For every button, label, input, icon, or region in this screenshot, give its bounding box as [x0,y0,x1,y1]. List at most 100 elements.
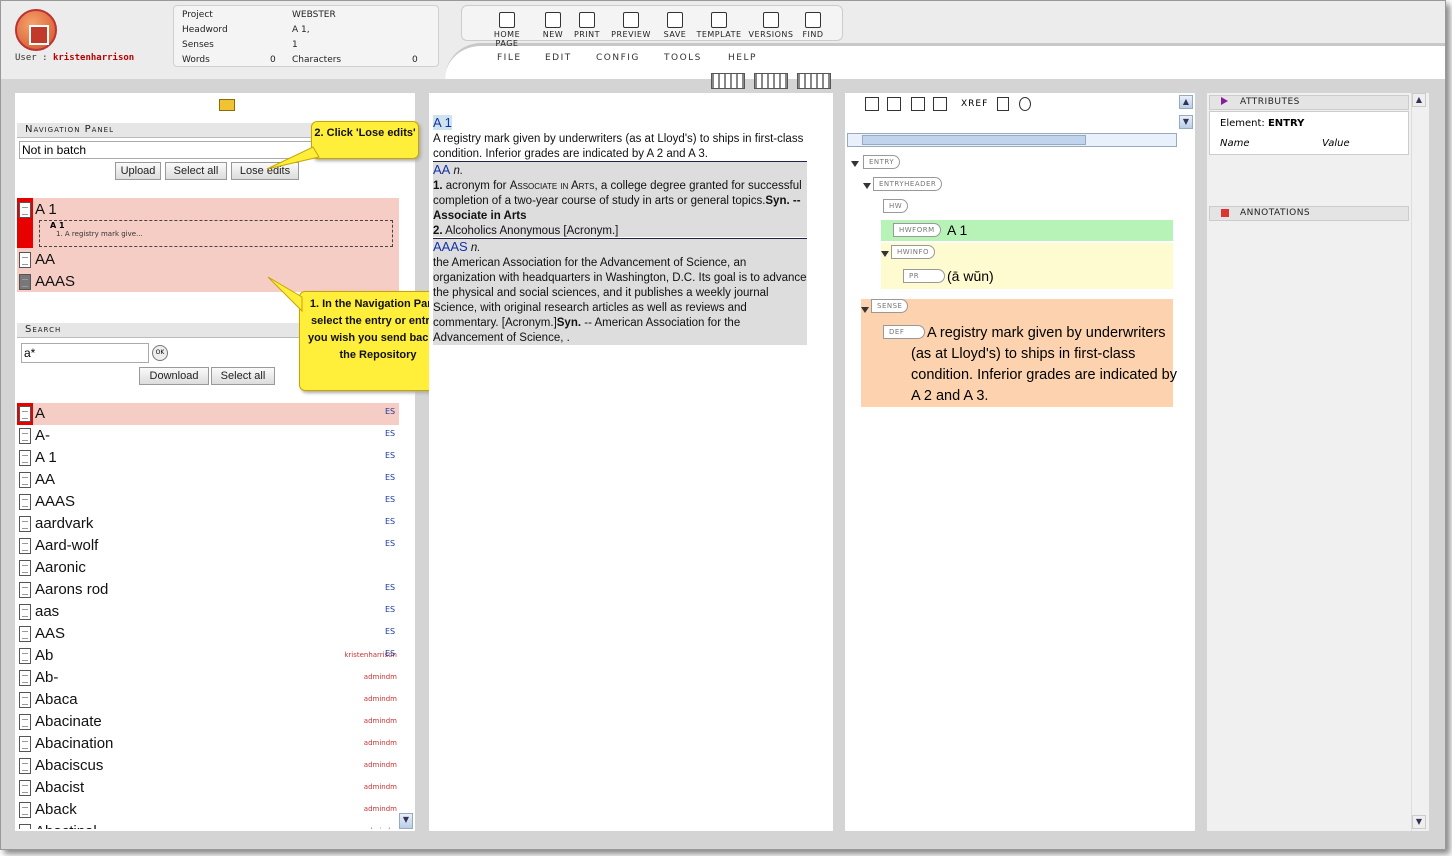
printer-icon [579,12,595,28]
result-item[interactable]: AA [35,471,55,488]
result-status-badge: ES [385,517,396,526]
preview-panel: A 1 A registry mark given by underwriter… [429,93,833,831]
move-up-icon[interactable] [911,97,925,111]
result-item[interactable]: Abacist [35,779,84,796]
link-icon[interactable] [1019,97,1031,111]
attributes-table: Element: ENTRY Name Value [1209,111,1409,155]
document-icon [19,406,31,422]
home-page-button[interactable]: HOME PAGE [482,10,532,48]
node-entry[interactable]: ENTRY [863,155,901,169]
result-item[interactable]: AAS [35,625,65,642]
node-entryheader[interactable]: ENTRYHEADER [873,177,943,191]
result-item[interactable]: Abacinate [35,713,102,730]
menu-config[interactable]: CONFIG [596,53,640,63]
result-item[interactable]: Ab [35,647,53,664]
result-item[interactable]: aas [35,603,59,620]
result-status-badge: ES [385,583,396,592]
document-icon [19,714,31,730]
scroll-down-button[interactable]: ▼ [399,813,413,829]
preview-entry-aa[interactable]: AA n. 1. acronym for Associate in Arts, … [433,161,807,237]
expand-arrow-icon[interactable] [1221,97,1228,105]
document-icon [19,648,31,664]
result-item[interactable]: A 1 [35,449,57,466]
attributes-header[interactable]: ATTRIBUTES [1209,95,1409,110]
menu-help[interactable]: HELP [728,53,757,63]
layout-view-2-button[interactable] [754,73,788,89]
annotation-icon [1221,209,1229,217]
result-item[interactable]: AAAS [35,493,75,510]
result-status-badge: ES [385,429,396,438]
result-item[interactable]: Aback [35,801,77,818]
name-column: Name [1220,138,1250,149]
edit-icon[interactable] [997,97,1009,111]
user-label: User : kristenharrison [15,53,135,63]
save-button[interactable]: SAVE [650,10,700,39]
node-hwform[interactable]: HWFORM [893,223,941,237]
horizontal-scrollbar[interactable] [847,133,1177,147]
document-icon [19,472,31,488]
document-icon [19,582,31,598]
result-owner: admindm [363,695,397,703]
result-item[interactable]: Abacination [35,735,113,752]
layout-view-1-button[interactable] [711,73,745,89]
app-window: User : kristenharrison Project WEBSTER H… [0,0,1446,850]
menu-edit[interactable]: EDIT [545,53,572,63]
document-icon [19,824,31,829]
document-icon [19,560,31,576]
preview-entry-aaas[interactable]: AAAS n. the American Association for the… [433,238,807,345]
layout-view-3-button[interactable] [797,73,831,89]
node-sense[interactable]: SENSE [871,299,909,313]
result-item[interactable]: Abaca [35,691,78,708]
magnifier-icon [805,12,821,28]
outdent-icon[interactable] [887,97,901,111]
user-name: kristenharrison [52,53,135,63]
pr-value[interactable]: (ā wŭn) [947,268,994,284]
hwform-value[interactable]: A 1 [947,222,967,238]
document-icon [19,538,31,554]
result-item[interactable]: A [35,405,45,422]
result-item[interactable]: A- [35,427,50,444]
result-item[interactable]: Aaronic [35,559,86,576]
indent-icon[interactable] [865,97,879,111]
menu-tools[interactable]: TOOLS [664,53,702,63]
callout-step-2: 2. Click 'Lose edits' [311,121,419,159]
result-status-badge: ES [385,539,396,548]
tree-scroll-up[interactable]: ▲ [1179,95,1193,109]
find-button[interactable]: FIND [788,10,838,39]
result-item[interactable]: Abaciscus [35,757,103,774]
home-icon [499,12,515,28]
result-item[interactable]: aardvark [35,515,93,532]
left-panel: Navigation Panel Not in batch Upload Sel… [15,93,415,831]
document-icon [19,736,31,752]
result-status-badge: ES [385,649,396,658]
callout-pointer-2 [266,146,320,170]
right-scrollbar[interactable]: ▲ ▼ [1411,93,1427,831]
result-item[interactable]: Ab- [35,669,58,686]
node-hwinfo[interactable]: HWINFO [891,245,936,259]
result-status-badge: ES [385,407,396,416]
document-icon [19,692,31,708]
print-button[interactable]: PRINT [562,10,612,39]
node-hw[interactable]: HW [883,199,909,213]
document-icon [19,802,31,818]
result-status-badge: ES [385,605,396,614]
template-button[interactable]: TEMPLATE [694,10,744,39]
result-item[interactable]: Aard-wolf [35,537,98,554]
result-owner: admindm [363,717,397,725]
result-item[interactable]: Abactinal [35,823,97,829]
def-value[interactable]: A registry mark given by underwriters (a… [911,323,1177,407]
result-item[interactable]: Aarons rod [35,581,108,598]
node-pr[interactable]: PR [903,269,945,283]
annotations-header[interactable]: ANNOTATIONS [1209,206,1409,221]
tree-scroll-down[interactable]: ▼ [1179,115,1193,129]
document-icon [19,450,31,466]
menu-file[interactable]: FILE [497,53,522,63]
document-icon [19,626,31,642]
move-down-icon[interactable] [933,97,947,111]
result-owner: admindm [363,761,397,769]
result-owner: admindm [317,827,397,829]
result-status-badge: ES [385,451,396,460]
preview-button[interactable]: PREVIEW [606,10,656,39]
preview-icon [623,12,639,28]
xref-button[interactable]: XREF [961,99,988,109]
